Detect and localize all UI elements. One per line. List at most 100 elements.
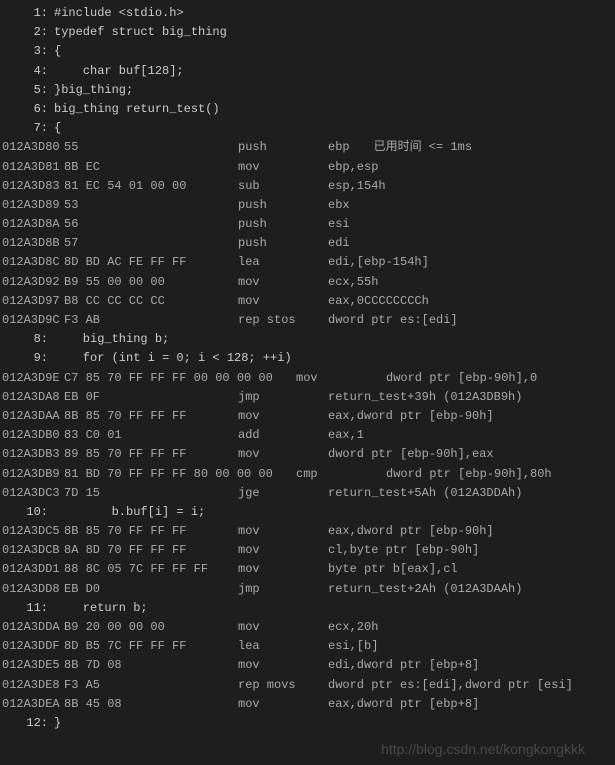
- line-number: 12:: [2, 714, 54, 733]
- asm-line: 012A3DE5 8B 7D 08 mov edi,dword ptr [ebp…: [0, 656, 615, 675]
- operands: esp,154h: [328, 177, 386, 196]
- address: 012A3D8A: [2, 215, 64, 234]
- address: 012A3DB0: [2, 426, 64, 445]
- source-line: 2: typedef struct big_thing: [0, 23, 615, 42]
- mnemonic: rep movs: [238, 676, 328, 695]
- mnemonic: mov: [238, 618, 328, 637]
- mnemonic: mov: [238, 445, 328, 464]
- operands: ecx,20h: [328, 618, 378, 637]
- opcode-bytes: B8 CC CC CC CC: [64, 292, 238, 311]
- source-line: 10: b.buf[i] = i;: [0, 503, 615, 522]
- operands: dword ptr [ebp-90h],0: [386, 369, 537, 388]
- asm-line: 012A3D8A 56 push esi: [0, 215, 615, 234]
- asm-line: 012A3D83 81 EC 54 01 00 00 sub esp,154h: [0, 177, 615, 196]
- source-line: 1: #include <stdio.h>: [0, 4, 615, 23]
- opcode-bytes: 81 BD 70 FF FF FF 80 00 00 00: [64, 465, 296, 484]
- address: 012A3DCB: [2, 541, 64, 560]
- source-code: big_thing return_test(): [54, 100, 220, 119]
- operands: esi: [328, 215, 350, 234]
- mnemonic: jmp: [238, 580, 328, 599]
- mnemonic: push: [238, 196, 328, 215]
- mnemonic: rep stos: [238, 311, 328, 330]
- line-number: 5:: [2, 81, 54, 100]
- address: 012A3D9E: [2, 369, 64, 388]
- timing-label: 已用时间 <= 1ms: [374, 138, 472, 157]
- operands: eax,dword ptr [ebp+8]: [328, 695, 479, 714]
- mnemonic: mov: [238, 541, 328, 560]
- opcode-bytes: 55: [64, 138, 238, 157]
- address: 012A3DD8: [2, 580, 64, 599]
- mnemonic: mov: [238, 273, 328, 292]
- opcode-bytes: 8A 8D 70 FF FF FF: [64, 541, 238, 560]
- source-code: {: [54, 119, 61, 138]
- operands: cl,byte ptr [ebp-90h]: [328, 541, 479, 560]
- opcode-bytes: F3 A5: [64, 676, 238, 695]
- asm-line: 012A3D97 B8 CC CC CC CC mov eax,0CCCCCCC…: [0, 292, 615, 311]
- source-line: 8: big_thing b;: [0, 330, 615, 349]
- opcode-bytes: 8B 45 08: [64, 695, 238, 714]
- asm-line: 012A3DE8 F3 A5 rep movs dword ptr es:[ed…: [0, 676, 615, 695]
- operands: dword ptr [ebp-90h],eax: [328, 445, 494, 464]
- opcode-bytes: EB D0: [64, 580, 238, 599]
- operands: eax,dword ptr [ebp-90h]: [328, 522, 494, 541]
- address: 012A3DDA: [2, 618, 64, 637]
- mnemonic: mov: [238, 695, 328, 714]
- opcode-bytes: 8D BD AC FE FF FF: [64, 253, 238, 272]
- opcode-bytes: 7D 15: [64, 484, 238, 503]
- source-code: return b;: [54, 599, 148, 618]
- mnemonic: lea: [238, 253, 328, 272]
- source-code: b.buf[i] = i;: [54, 503, 205, 522]
- opcode-bytes: EB 0F: [64, 388, 238, 407]
- opcode-bytes: 8D B5 7C FF FF FF: [64, 637, 238, 656]
- line-number: 4:: [2, 62, 54, 81]
- source-code: }big_thing;: [54, 81, 133, 100]
- source-line: 7: {: [0, 119, 615, 138]
- opcode-bytes: 8B 85 70 FF FF FF: [64, 522, 238, 541]
- operands: edi: [328, 234, 350, 253]
- address: 012A3DB9: [2, 465, 64, 484]
- address: 012A3DC5: [2, 522, 64, 541]
- opcode-bytes: 88 8C 05 7C FF FF FF: [64, 560, 238, 579]
- mnemonic: jmp: [238, 388, 328, 407]
- asm-line: 012A3DDF 8D B5 7C FF FF FF lea esi,[b]: [0, 637, 615, 656]
- opcode-bytes: 53: [64, 196, 238, 215]
- mnemonic: mov: [238, 560, 328, 579]
- address: 012A3D80: [2, 138, 64, 157]
- asm-line: 012A3DC3 7D 15 jge return_test+5Ah (012A…: [0, 484, 615, 503]
- address: 012A3DC3: [2, 484, 64, 503]
- mnemonic: mov: [238, 656, 328, 675]
- opcode-bytes: C7 85 70 FF FF FF 00 00 00 00: [64, 369, 296, 388]
- operands: return_test+39h (012A3DB9h): [328, 388, 522, 407]
- asm-line: 012A3D89 53 push ebx: [0, 196, 615, 215]
- line-number: 7:: [2, 119, 54, 138]
- operands: return_test+2Ah (012A3DAAh): [328, 580, 522, 599]
- address: 012A3D92: [2, 273, 64, 292]
- address: 012A3DD1: [2, 560, 64, 579]
- asm-line: 012A3D9E C7 85 70 FF FF FF 00 00 00 00 m…: [0, 369, 615, 388]
- operands: edi,dword ptr [ebp+8]: [328, 656, 479, 675]
- source-line: 4: char buf[128];: [0, 62, 615, 81]
- operands: ecx,55h: [328, 273, 378, 292]
- address: 012A3DB3: [2, 445, 64, 464]
- source-code: for (int i = 0; i < 128; ++i): [54, 349, 292, 368]
- mnemonic: jge: [238, 484, 328, 503]
- opcode-bytes: B9 20 00 00 00: [64, 618, 238, 637]
- asm-line: 012A3DB9 81 BD 70 FF FF FF 80 00 00 00 c…: [0, 465, 615, 484]
- mnemonic: push: [238, 234, 328, 253]
- opcode-bytes: B9 55 00 00 00: [64, 273, 238, 292]
- asm-line: 012A3DB3 89 85 70 FF FF FF mov dword ptr…: [0, 445, 615, 464]
- asm-line: 012A3DEA 8B 45 08 mov eax,dword ptr [ebp…: [0, 695, 615, 714]
- mnemonic: lea: [238, 637, 328, 656]
- address: 012A3DE5: [2, 656, 64, 675]
- asm-line: 012A3D81 8B EC mov ebp,esp: [0, 158, 615, 177]
- source-line: 6: big_thing return_test(): [0, 100, 615, 119]
- mnemonic: sub: [238, 177, 328, 196]
- source-line: 12: }: [0, 714, 615, 733]
- mnemonic: mov: [296, 369, 386, 388]
- opcode-bytes: 81 EC 54 01 00 00: [64, 177, 238, 196]
- line-number: 10:: [2, 503, 54, 522]
- asm-line: 012A3DB0 83 C0 01 add eax,1: [0, 426, 615, 445]
- operands: ebp,esp: [328, 158, 378, 177]
- operands: byte ptr b[eax],cl: [328, 560, 458, 579]
- mnemonic: mov: [238, 158, 328, 177]
